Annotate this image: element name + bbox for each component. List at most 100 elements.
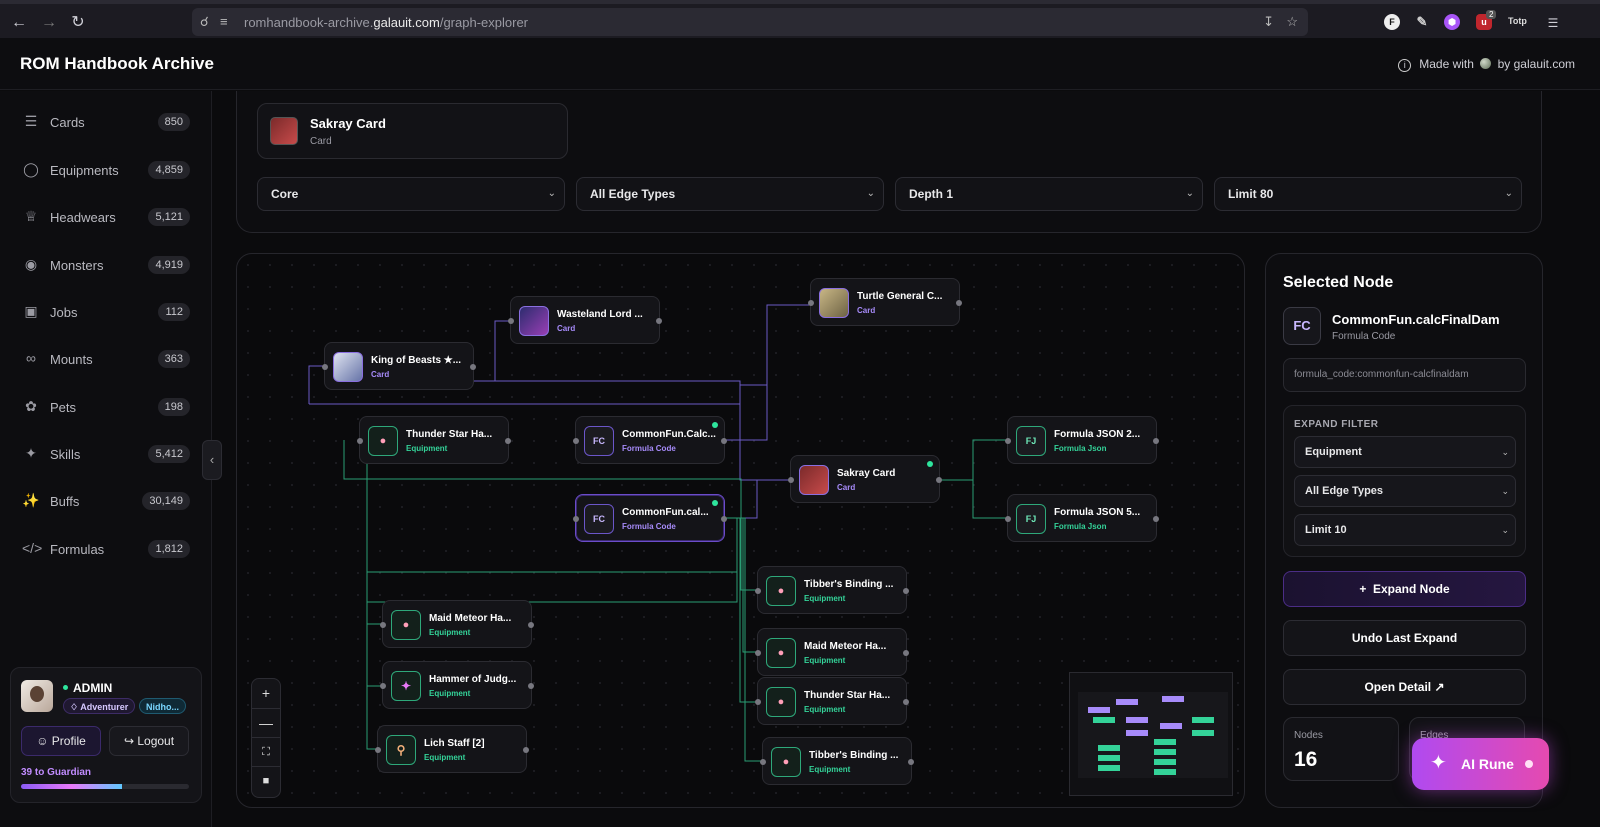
edge-type-select[interactable]: All Edge Types ⌄ (576, 177, 884, 211)
node-handle[interactable] (755, 650, 761, 656)
extension-hex-icon[interactable]: ⬢ (1444, 14, 1460, 30)
expand-edges-select[interactable]: All Edge Types ⌄ (1294, 475, 1516, 507)
node-handle[interactable] (908, 759, 914, 765)
graph-node[interactable]: FJ Formula JSON 5... Formula Json (1005, 494, 1159, 542)
node-handle[interactable] (573, 438, 579, 444)
graph-canvas[interactable]: Wasteland Lord ... Card Turtle General C.… (236, 253, 1245, 808)
sidebar-item-buffs[interactable]: ✨ Buffs 30,149 (22, 488, 190, 514)
profile-button[interactable]: ☺ Profile (21, 726, 101, 756)
node-handle[interactable] (656, 318, 662, 324)
graph-node[interactable]: FJ Formula JSON 2... Formula Json (1005, 416, 1159, 464)
sidebar-item-monsters[interactable]: ◉ Monsters 4,919 (22, 252, 190, 278)
sidebar-item-pets[interactable]: ✿ Pets 198 (22, 394, 190, 420)
undo-expand-button[interactable]: Undo Last Expand (1283, 620, 1526, 656)
node-handle[interactable] (1005, 516, 1011, 522)
zoom-out-button[interactable]: — (252, 708, 280, 737)
node-handle[interactable] (755, 588, 761, 594)
node-handle[interactable] (1005, 438, 1011, 444)
node-handle[interactable] (1153, 516, 1159, 522)
graph-node[interactable]: ● Thunder Star Ha... Equipment (357, 416, 511, 464)
depth-select[interactable]: Depth 1 ⌄ (895, 177, 1203, 211)
sidebar-item-equipments[interactable]: ◯ Equipments 4,859 (22, 157, 190, 183)
graph-node[interactable]: ● Tibber's Binding ... Equipment (755, 566, 909, 614)
graph-node[interactable]: ⚲ Lich Staff [2] Equipment (375, 725, 529, 773)
address-bar[interactable]: ☌ ≡ romhandbook-archive.galauit.com/grap… (192, 8, 1308, 36)
node-handle[interactable] (903, 699, 909, 705)
sidebar-item-formulas[interactable]: </> Formulas 1,812 (22, 536, 190, 562)
reload-icon[interactable]: ↻ (67, 12, 89, 34)
back-icon[interactable]: ← (8, 12, 30, 34)
graph-node[interactable]: King of Beasts ★... Card (322, 342, 476, 390)
graph-node[interactable]: ● Tibber's Binding ... Equipment (760, 737, 914, 785)
node-handle[interactable] (936, 477, 942, 483)
graph-node-selected[interactable]: FC CommonFun.cal... Formula Code (573, 494, 727, 542)
selected-root-chip[interactable]: Sakray Card Card (257, 103, 568, 159)
extension-f-icon[interactable]: F (1384, 14, 1400, 30)
node-handle[interactable] (755, 699, 761, 705)
graph-node[interactable]: Turtle General C... Card (808, 278, 962, 326)
node-handle[interactable] (528, 622, 534, 628)
open-detail-button[interactable]: Open Detail ↗ (1283, 669, 1526, 705)
graph-node[interactable]: FC CommonFun.Calc... Formula Code (573, 416, 727, 464)
filter-panel: Sakray Card Card Core ⌄ All Edge Types ⌄ D… (236, 91, 1542, 233)
node-handle[interactable] (357, 438, 363, 444)
sidebar-collapse-button[interactable]: ‹ (202, 440, 222, 480)
node-handle[interactable] (573, 516, 579, 522)
brand-title[interactable]: ROM Handbook Archive (20, 54, 214, 74)
expand-node-button[interactable]: + Expand Node (1283, 571, 1526, 607)
fit-view-button[interactable]: ⛶ (252, 737, 280, 766)
node-handle[interactable] (380, 622, 386, 628)
extensions-puzzle-icon[interactable]: ✎ (1414, 14, 1430, 30)
sidebar-item-cards[interactable]: ☰ Cards 850 (22, 109, 190, 135)
site-settings-icon[interactable]: ≡ (220, 14, 228, 30)
graph-node[interactable]: ● Maid Meteor Ha... Equipment (755, 628, 909, 676)
menu-icon[interactable]: ☰ (1542, 12, 1564, 34)
node-handle[interactable] (721, 516, 727, 522)
extension-totp[interactable]: Totp (1508, 16, 1527, 26)
node-handle[interactable] (721, 438, 727, 444)
node-handle[interactable] (528, 683, 534, 689)
bookmark-star-icon[interactable]: ☆ (1286, 14, 1298, 30)
url-text[interactable]: romhandbook-archive.galauit.com/graph-ex… (244, 15, 528, 30)
node-handle[interactable] (375, 747, 381, 753)
node-handle[interactable] (956, 300, 962, 306)
node-handle[interactable] (380, 683, 386, 689)
node-handle[interactable] (470, 364, 476, 370)
avatar[interactable] (21, 680, 53, 712)
forward-icon[interactable]: → (38, 12, 60, 34)
node-handle[interactable] (760, 759, 766, 765)
graph-node[interactable]: Sakray Card Card (788, 455, 942, 503)
limit-select[interactable]: Limit 80 ⌄ (1214, 177, 1522, 211)
graph-node[interactable]: ✦ Hammer of Judg... Equipment (380, 661, 534, 709)
ai-rune-button[interactable]: ✦ AI Rune (1412, 738, 1549, 790)
node-handle[interactable] (808, 300, 814, 306)
node-handle[interactable] (322, 364, 328, 370)
sidebar-item-label: Headwears (50, 210, 116, 225)
node-handle[interactable] (903, 650, 909, 656)
made-by-link[interactable]: by galauit.com (1498, 57, 1575, 71)
logout-button[interactable]: ↪ Logout (109, 726, 189, 756)
bike-icon: ∞ (26, 350, 36, 366)
sidebar-item-mounts[interactable]: ∞ Mounts 363 (22, 346, 190, 372)
node-handle[interactable] (788, 477, 794, 483)
view-select[interactable]: Core ⌄ (257, 177, 565, 211)
node-handle[interactable] (903, 588, 909, 594)
minimap[interactable] (1069, 672, 1233, 796)
sidebar-item-headwears[interactable]: ♕ Headwears 5,121 (22, 204, 190, 230)
sidebar-item-skills[interactable]: ✦ Skills 5,412 (22, 441, 190, 467)
graph-node[interactable]: ● Maid Meteor Ha... Equipment (380, 600, 534, 648)
node-code-field[interactable]: formula_code:commonfun-calcfinaldam (1283, 358, 1526, 392)
zoom-in-button[interactable]: + (252, 679, 280, 708)
panel-title: Selected Node (1283, 274, 1394, 291)
lock-icon[interactable]: ■ (252, 766, 280, 795)
node-handle[interactable] (505, 438, 511, 444)
graph-node[interactable]: Wasteland Lord ... Card (508, 296, 662, 344)
download-icon[interactable]: ↧ (1263, 14, 1274, 30)
expand-limit-select[interactable]: Limit 10 ⌄ (1294, 514, 1516, 546)
node-handle[interactable] (508, 318, 514, 324)
node-handle[interactable] (1153, 438, 1159, 444)
sidebar-item-jobs[interactable]: ▣ Jobs 112 (22, 299, 190, 325)
expand-type-select[interactable]: Equipment ⌄ (1294, 436, 1516, 468)
node-handle[interactable] (523, 747, 529, 753)
graph-node[interactable]: ● Thunder Star Ha... Equipment (755, 677, 909, 725)
